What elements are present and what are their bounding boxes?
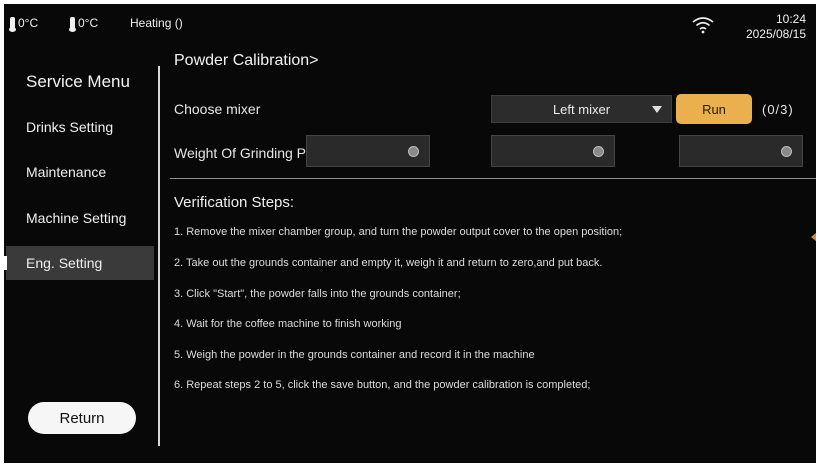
- sidebar-item-drinks-setting[interactable]: Drinks Setting: [6, 110, 154, 144]
- temperature-1: 0°C: [9, 16, 39, 32]
- step-3: 3. Click "Start", the powder falls into …: [174, 288, 461, 300]
- weight-field-3[interactable]: [679, 135, 803, 167]
- sidebar-item-machine-setting[interactable]: Machine Setting: [6, 201, 154, 235]
- temperature-2: 0°C: [69, 16, 99, 32]
- clock-date: 2025/08/15: [745, 27, 806, 41]
- active-item-marker: [4, 256, 7, 270]
- thermometer-icon: [9, 17, 16, 32]
- sidebar-divider: [158, 66, 160, 446]
- heating-status: Heating (): [130, 16, 183, 30]
- run-button[interactable]: Run: [676, 94, 752, 124]
- step-6: 6. Repeat steps 2 to 5, click the save b…: [174, 379, 591, 391]
- section-divider: [170, 178, 816, 179]
- return-button[interactable]: Return: [28, 402, 136, 434]
- weight-label: Weight Of Grinding P: [174, 145, 307, 161]
- field-stepper-icon[interactable]: [408, 146, 419, 157]
- weight-field-2[interactable]: [491, 135, 615, 167]
- verification-steps-title: Verification Steps:: [174, 194, 295, 211]
- scroll-indicator-icon[interactable]: [811, 233, 816, 241]
- sidebar-item-eng-setting[interactable]: Eng. Setting: [6, 246, 154, 280]
- dropdown-arrow-icon: [652, 106, 662, 113]
- clock: 10:24 2025/08/15: [746, 12, 806, 42]
- wifi-icon: [692, 17, 714, 34]
- step-1: 1. Remove the mixer chamber group, and t…: [174, 226, 623, 238]
- screen: 0°C 0°C Heating () 10:24 2025/08/15 Serv…: [4, 4, 816, 463]
- run-count: (0/3): [762, 102, 794, 117]
- field-stepper-icon[interactable]: [593, 146, 604, 157]
- step-2: 2. Take out the grounds container and em…: [174, 257, 603, 269]
- mixer-select[interactable]: Left mixer: [491, 95, 672, 123]
- step-5: 5. Weigh the powder in the grounds conta…: [174, 349, 535, 361]
- service-menu-title: Service Menu: [26, 72, 130, 91]
- thermometer-icon: [69, 17, 76, 32]
- mixer-select-value: Left mixer: [552, 101, 611, 117]
- sidebar-item-maintenance[interactable]: Maintenance: [6, 155, 154, 189]
- temperature-2-value: 0°C: [78, 16, 99, 30]
- clock-time: 10:24: [775, 12, 806, 26]
- breadcrumb[interactable]: Powder Calibration>: [174, 52, 319, 70]
- temperature-1-value: 0°C: [18, 16, 39, 30]
- choose-mixer-label: Choose mixer: [174, 101, 261, 117]
- sidebar: Service Menu Drinks Setting Maintenance …: [4, 48, 164, 463]
- field-stepper-icon[interactable]: [781, 146, 792, 157]
- status-bar: 0°C 0°C Heating () 10:24 2025/08/15: [4, 4, 816, 48]
- weight-field-1[interactable]: [306, 135, 430, 167]
- step-4: 4. Wait for the coffee machine to finish…: [174, 318, 402, 330]
